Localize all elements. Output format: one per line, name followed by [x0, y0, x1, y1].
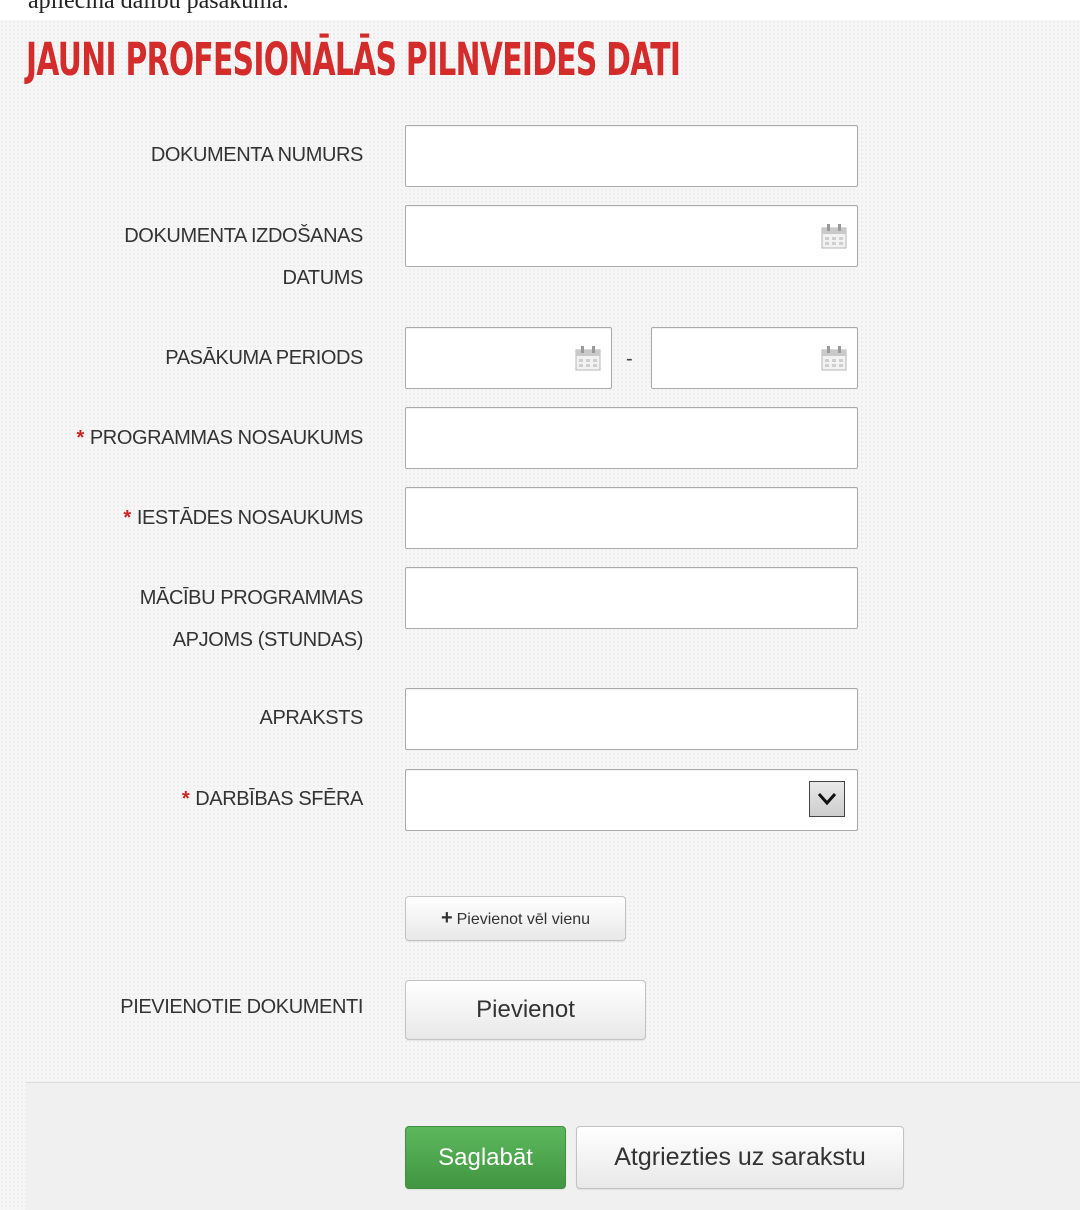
add-another-button[interactable]: + Pievienot vēl vienu — [405, 896, 626, 941]
previous-text-strip: apliecina dalību pasākumā. — [0, 0, 1080, 20]
save-button[interactable]: Saglabāt — [405, 1126, 566, 1189]
program-volume-field[interactable] — [405, 567, 858, 629]
activity-sphere-select[interactable] — [405, 769, 858, 831]
issue-date-field[interactable] — [405, 205, 858, 267]
required-marker: * — [181, 788, 190, 810]
page-title: JAUNI PROFESIONĀLĀS PILNVEIDES DATI — [26, 33, 681, 86]
required-marker: * — [123, 507, 131, 529]
program-name-input[interactable] — [406, 408, 857, 468]
document-number-label: DOKUMENTA NUMURS — [150, 144, 364, 166]
activity-sphere-label: * DARBĪBAS SFĒRA — [181, 788, 364, 810]
program-volume-input[interactable] — [406, 568, 857, 628]
program-name-field[interactable] — [405, 407, 858, 469]
document-number-input[interactable] — [406, 126, 857, 186]
calendar-icon[interactable] — [575, 344, 601, 372]
chevron-down-icon — [817, 793, 837, 806]
program-name-label: * PROGRAMMAS NOSAUKUMS — [76, 427, 363, 449]
event-period-from-field[interactable] — [405, 327, 612, 389]
select-dropdown-button[interactable] — [809, 781, 845, 817]
institution-name-field[interactable] — [405, 487, 858, 549]
calendar-icon[interactable] — [821, 344, 847, 372]
calendar-icon[interactable] — [821, 222, 847, 250]
issue-date-input[interactable] — [406, 206, 857, 266]
description-label: APRAKSTS — [259, 707, 364, 729]
description-input[interactable] — [406, 689, 857, 749]
institution-name-input[interactable] — [406, 488, 857, 548]
event-period-to-field[interactable] — [651, 327, 858, 389]
issue-date-label: DOKUMENTA IZDOŠANAS DATUMS — [124, 225, 363, 289]
plus-icon: + — [440, 907, 453, 929]
previous-text: apliecina dalību pasākumā. — [28, 0, 289, 14]
period-separator: - — [626, 348, 633, 370]
institution-name-label: * IESTĀDES NOSAUKUMS — [123, 507, 363, 529]
attach-document-button[interactable]: Pievienot — [405, 980, 646, 1040]
description-field[interactable] — [405, 688, 858, 750]
attached-documents-label: PIEVIENOTIE DOKUMENTI — [120, 996, 363, 1018]
required-marker: * — [76, 427, 84, 449]
event-period-label: PASĀKUMA PERIODS — [165, 347, 363, 369]
program-volume-label: MĀCĪBU PROGRAMMAS APJOMS (STUNDAS) — [139, 587, 364, 651]
back-to-list-button[interactable]: Atgriezties uz sarakstu — [576, 1126, 904, 1189]
document-number-field[interactable] — [405, 125, 858, 187]
